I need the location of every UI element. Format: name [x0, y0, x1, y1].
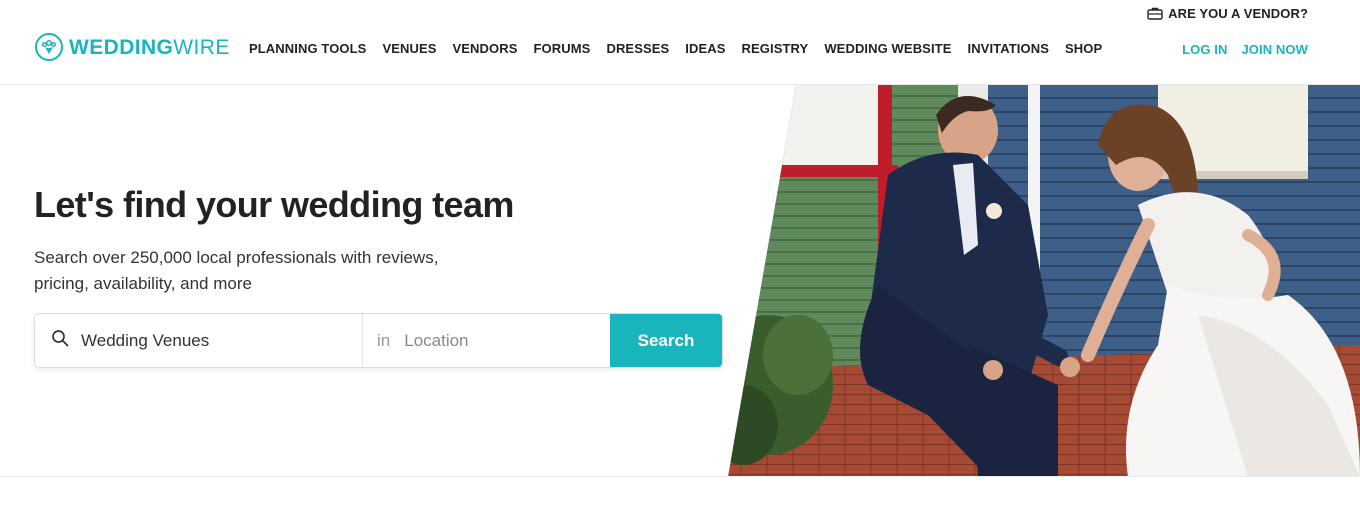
location-placeholder: Location	[404, 330, 469, 350]
logo-wordmark: WEDDINGWIRE	[69, 37, 230, 58]
vendor-link[interactable]: ARE YOU A VENDOR?	[1147, 6, 1308, 21]
nav-item-venues[interactable]: VENUES	[382, 41, 436, 56]
nav-item-dresses[interactable]: DRESSES	[606, 41, 669, 56]
login-link[interactable]: LOG IN	[1182, 42, 1227, 57]
logo[interactable]: WEDDINGWIRE	[35, 33, 230, 61]
vendor-search-form: Wedding Venues in Location Search	[34, 313, 723, 368]
hero-subtitle: Search over 250,000 local professionals …	[34, 248, 439, 293]
main-nav: PLANNING TOOLS VENUES VENDORS FORUMS DRE…	[249, 41, 1118, 56]
hero-title: Let's find your wedding team	[34, 184, 514, 225]
logo-text-light: WIRE	[173, 35, 230, 59]
site-header: ARE YOU A VENDOR? WEDDINGWIRE PLANNING T…	[0, 0, 1360, 85]
location-in-label: in	[377, 330, 391, 350]
nav-item-forums[interactable]: FORUMS	[534, 41, 591, 56]
nav-item-invitations[interactable]: INVITATIONS	[967, 41, 1049, 56]
nav-item-planning-tools[interactable]: PLANNING TOOLS	[249, 41, 366, 56]
nav-item-wedding-website[interactable]: WEDDING WEBSITE	[824, 41, 951, 56]
search-input[interactable]: Wedding Venues	[35, 314, 363, 367]
location-input[interactable]: in Location	[363, 314, 610, 367]
join-now-link[interactable]: JOIN NOW	[1241, 42, 1308, 57]
search-button[interactable]: Search	[610, 314, 722, 367]
search-icon	[51, 329, 69, 352]
vendor-link-label: ARE YOU A VENDOR?	[1168, 6, 1308, 21]
nav-item-registry[interactable]: REGISTRY	[742, 41, 809, 56]
search-query-value: Wedding Venues	[81, 330, 210, 350]
logo-bouquet-icon	[35, 33, 63, 61]
auth-links: LOG IN JOIN NOW	[1182, 42, 1308, 57]
hero-photo-couple	[728, 85, 1360, 476]
briefcase-icon	[1147, 7, 1163, 20]
logo-text-bold: WEDDING	[69, 35, 174, 59]
nav-item-shop[interactable]: SHOP	[1065, 41, 1102, 56]
nav-item-ideas[interactable]: IDEAS	[685, 41, 725, 56]
hero-section: Let's find your wedding team Search over…	[0, 85, 1360, 477]
nav-item-vendors[interactable]: VENDORS	[453, 41, 518, 56]
